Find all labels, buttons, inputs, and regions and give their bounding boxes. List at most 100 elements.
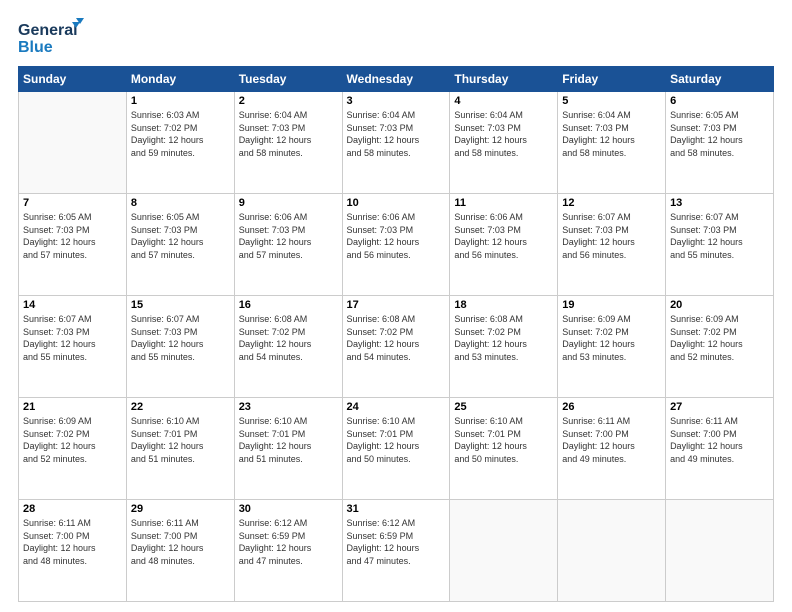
day-number: 31 bbox=[347, 503, 446, 515]
day-cell: 19 Sunrise: 6:09 AMSunset: 7:02 PMDayligh… bbox=[558, 296, 666, 398]
week-row-4: 28 Sunrise: 6:11 AMSunset: 7:00 PMDayligh… bbox=[19, 500, 774, 602]
day-number: 11 bbox=[454, 197, 553, 209]
day-number: 26 bbox=[562, 401, 661, 413]
day-number: 16 bbox=[239, 299, 338, 311]
header: GeneralBlue bbox=[18, 18, 774, 56]
day-cell: 28 Sunrise: 6:11 AMSunset: 7:00 PMDayligh… bbox=[19, 500, 127, 602]
cell-info: Sunrise: 6:10 AMSunset: 7:01 PMDaylight:… bbox=[239, 415, 338, 465]
day-number: 14 bbox=[23, 299, 122, 311]
day-cell bbox=[450, 500, 558, 602]
cell-info: Sunrise: 6:07 AMSunset: 7:03 PMDaylight:… bbox=[670, 211, 769, 261]
day-number: 8 bbox=[131, 197, 230, 209]
day-number: 20 bbox=[670, 299, 769, 311]
day-number: 4 bbox=[454, 95, 553, 107]
day-number: 24 bbox=[347, 401, 446, 413]
day-cell: 22 Sunrise: 6:10 AMSunset: 7:01 PMDayligh… bbox=[126, 398, 234, 500]
day-number: 29 bbox=[131, 503, 230, 515]
col-header-tuesday: Tuesday bbox=[234, 67, 342, 92]
cell-info: Sunrise: 6:04 AMSunset: 7:03 PMDaylight:… bbox=[347, 109, 446, 159]
day-cell: 24 Sunrise: 6:10 AMSunset: 7:01 PMDayligh… bbox=[342, 398, 450, 500]
cell-info: Sunrise: 6:07 AMSunset: 7:03 PMDaylight:… bbox=[23, 313, 122, 363]
day-cell: 1Sunrise: 6:03 AMSunset: 7:02 PMDaylight… bbox=[126, 92, 234, 194]
cell-info: Sunrise: 6:11 AMSunset: 7:00 PMDaylight:… bbox=[562, 415, 661, 465]
day-number: 10 bbox=[347, 197, 446, 209]
day-number: 9 bbox=[239, 197, 338, 209]
cell-info: Sunrise: 6:12 AMSunset: 6:59 PMDaylight:… bbox=[239, 517, 338, 567]
day-cell: 17Sunrise: 6:08 AMSunset: 7:02 PMDayligh… bbox=[342, 296, 450, 398]
day-cell: 21Sunrise: 6:09 AMSunset: 7:02 PMDayligh… bbox=[19, 398, 127, 500]
day-cell: 9 Sunrise: 6:06 AMSunset: 7:03 PMDaylight… bbox=[234, 194, 342, 296]
page: GeneralBlue SundayMondayTuesdayWednesday… bbox=[0, 0, 792, 612]
cell-info: Sunrise: 6:05 AMSunset: 7:03 PMDaylight:… bbox=[670, 109, 769, 159]
col-header-thursday: Thursday bbox=[450, 67, 558, 92]
col-header-friday: Friday bbox=[558, 67, 666, 92]
day-cell: 25Sunrise: 6:10 AMSunset: 7:01 PMDayligh… bbox=[450, 398, 558, 500]
week-row-2: 14 Sunrise: 6:07 AMSunset: 7:03 PMDayligh… bbox=[19, 296, 774, 398]
day-cell: 13 Sunrise: 6:07 AMSunset: 7:03 PMDayligh… bbox=[666, 194, 774, 296]
day-cell: 23 Sunrise: 6:10 AMSunset: 7:01 PMDayligh… bbox=[234, 398, 342, 500]
day-number: 30 bbox=[239, 503, 338, 515]
day-number: 23 bbox=[239, 401, 338, 413]
svg-text:General: General bbox=[18, 22, 78, 39]
day-cell: 5Sunrise: 6:04 AMSunset: 7:03 PMDaylight… bbox=[558, 92, 666, 194]
cell-info: Sunrise: 6:12 AMSunset: 6:59 PMDaylight:… bbox=[347, 517, 446, 567]
day-cell: 2 Sunrise: 6:04 AMSunset: 7:03 PMDaylight… bbox=[234, 92, 342, 194]
col-header-wednesday: Wednesday bbox=[342, 67, 450, 92]
col-header-sunday: Sunday bbox=[19, 67, 127, 92]
cell-info: Sunrise: 6:11 AMSunset: 7:00 PMDaylight:… bbox=[131, 517, 230, 567]
day-cell: 16 Sunrise: 6:08 AMSunset: 7:02 PMDayligh… bbox=[234, 296, 342, 398]
day-cell: 3 Sunrise: 6:04 AMSunset: 7:03 PMDaylight… bbox=[342, 92, 450, 194]
column-header-row: SundayMondayTuesdayWednesdayThursdayFrid… bbox=[19, 67, 774, 92]
day-number: 28 bbox=[23, 503, 122, 515]
day-cell: 27 Sunrise: 6:11 AMSunset: 7:00 PMDayligh… bbox=[666, 398, 774, 500]
day-cell: 8Sunrise: 6:05 AMSunset: 7:03 PMDaylight… bbox=[126, 194, 234, 296]
day-number: 6 bbox=[670, 95, 769, 107]
cell-info: Sunrise: 6:08 AMSunset: 7:02 PMDaylight:… bbox=[347, 313, 446, 363]
day-number: 21 bbox=[23, 401, 122, 413]
cell-info: Sunrise: 6:10 AMSunset: 7:01 PMDaylight:… bbox=[347, 415, 446, 465]
cell-info: Sunrise: 6:11 AMSunset: 7:00 PMDaylight:… bbox=[670, 415, 769, 465]
cell-info: Sunrise: 6:08 AMSunset: 7:02 PMDaylight:… bbox=[239, 313, 338, 363]
cell-info: Sunrise: 6:06 AMSunset: 7:03 PMDaylight:… bbox=[239, 211, 338, 261]
cell-info: Sunrise: 6:06 AMSunset: 7:03 PMDaylight:… bbox=[454, 211, 553, 261]
cell-info: Sunrise: 6:11 AMSunset: 7:00 PMDaylight:… bbox=[23, 517, 122, 567]
col-header-monday: Monday bbox=[126, 67, 234, 92]
day-number: 7 bbox=[23, 197, 122, 209]
day-cell: 6 Sunrise: 6:05 AMSunset: 7:03 PMDaylight… bbox=[666, 92, 774, 194]
cell-info: Sunrise: 6:09 AMSunset: 7:02 PMDaylight:… bbox=[670, 313, 769, 363]
logo: GeneralBlue bbox=[18, 18, 88, 56]
day-cell: 30 Sunrise: 6:12 AMSunset: 6:59 PMDayligh… bbox=[234, 500, 342, 602]
day-number: 19 bbox=[562, 299, 661, 311]
cell-info: Sunrise: 6:04 AMSunset: 7:03 PMDaylight:… bbox=[239, 109, 338, 159]
day-number: 15 bbox=[131, 299, 230, 311]
day-cell bbox=[558, 500, 666, 602]
day-cell: 20 Sunrise: 6:09 AMSunset: 7:02 PMDayligh… bbox=[666, 296, 774, 398]
day-cell: 7Sunrise: 6:05 AMSunset: 7:03 PMDaylight… bbox=[19, 194, 127, 296]
day-number: 27 bbox=[670, 401, 769, 413]
day-number: 12 bbox=[562, 197, 661, 209]
cell-info: Sunrise: 6:04 AMSunset: 7:03 PMDaylight:… bbox=[454, 109, 553, 159]
day-cell: 18Sunrise: 6:08 AMSunset: 7:02 PMDayligh… bbox=[450, 296, 558, 398]
cell-info: Sunrise: 6:09 AMSunset: 7:02 PMDaylight:… bbox=[562, 313, 661, 363]
day-number: 22 bbox=[131, 401, 230, 413]
week-row-1: 7Sunrise: 6:05 AMSunset: 7:03 PMDaylight… bbox=[19, 194, 774, 296]
cell-info: Sunrise: 6:10 AMSunset: 7:01 PMDaylight:… bbox=[131, 415, 230, 465]
svg-text:Blue: Blue bbox=[18, 39, 53, 56]
day-number: 25 bbox=[454, 401, 553, 413]
day-number: 13 bbox=[670, 197, 769, 209]
day-number: 2 bbox=[239, 95, 338, 107]
cell-info: Sunrise: 6:07 AMSunset: 7:03 PMDaylight:… bbox=[131, 313, 230, 363]
day-cell: 11 Sunrise: 6:06 AMSunset: 7:03 PMDayligh… bbox=[450, 194, 558, 296]
cell-info: Sunrise: 6:06 AMSunset: 7:03 PMDaylight:… bbox=[347, 211, 446, 261]
day-cell: 31 Sunrise: 6:12 AMSunset: 6:59 PMDayligh… bbox=[342, 500, 450, 602]
day-cell: 29 Sunrise: 6:11 AMSunset: 7:00 PMDayligh… bbox=[126, 500, 234, 602]
day-cell: 14 Sunrise: 6:07 AMSunset: 7:03 PMDayligh… bbox=[19, 296, 127, 398]
day-cell: 26 Sunrise: 6:11 AMSunset: 7:00 PMDayligh… bbox=[558, 398, 666, 500]
week-row-0: 1Sunrise: 6:03 AMSunset: 7:02 PMDaylight… bbox=[19, 92, 774, 194]
cell-info: Sunrise: 6:08 AMSunset: 7:02 PMDaylight:… bbox=[454, 313, 553, 363]
day-number: 1 bbox=[131, 95, 230, 107]
day-cell bbox=[666, 500, 774, 602]
calendar-table: SundayMondayTuesdayWednesdayThursdayFrid… bbox=[18, 66, 774, 602]
day-number: 3 bbox=[347, 95, 446, 107]
week-row-3: 21Sunrise: 6:09 AMSunset: 7:02 PMDayligh… bbox=[19, 398, 774, 500]
